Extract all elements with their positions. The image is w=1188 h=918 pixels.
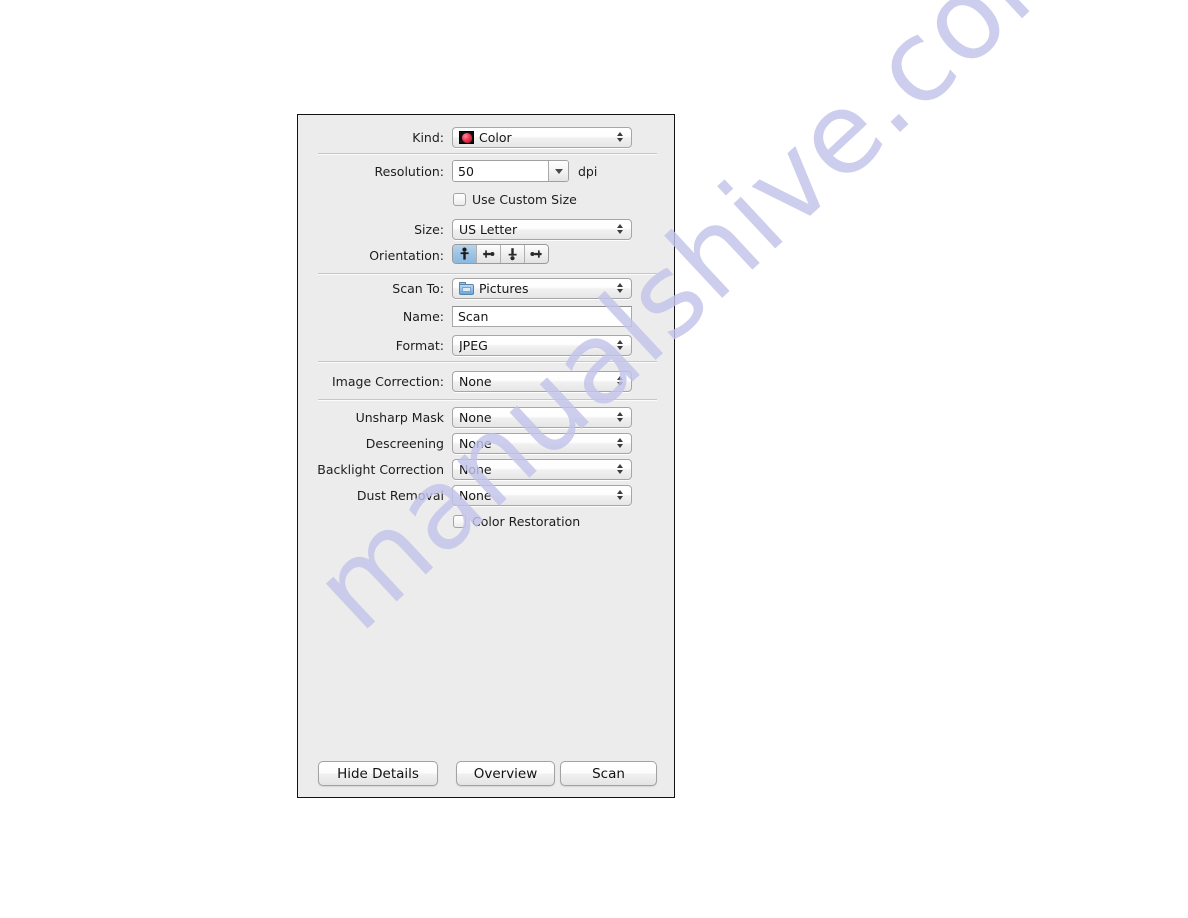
kind-value: Color: [479, 129, 512, 145]
person-upright-icon: [460, 247, 469, 260]
row-image-correction: Image Correction: None: [298, 370, 657, 392]
scan-button[interactable]: Scan: [560, 761, 657, 786]
row-backlight-correction: Backlight Correction None: [298, 458, 657, 480]
descreening-label: Descreening: [365, 435, 444, 451]
person-rotated-right-icon: [483, 250, 495, 258]
chevron-down-icon: [554, 168, 563, 174]
separator-4: [318, 399, 657, 401]
kind-select[interactable]: Color: [452, 126, 632, 148]
chevron-updown-icon: [616, 488, 625, 502]
chevron-updown-icon: [616, 462, 625, 476]
color-restoration-checkbox-row[interactable]: Color Restoration: [453, 514, 580, 529]
chevron-updown-icon: [616, 281, 625, 295]
row-scan-to: Scan To: Pictures: [298, 277, 657, 299]
backlight-correction-value: None: [459, 461, 492, 477]
use-custom-size-checkbox-row[interactable]: Use Custom Size: [453, 192, 577, 207]
orientation-landscape-left-button[interactable]: [525, 245, 548, 263]
kind-label: Kind:: [412, 129, 444, 145]
orientation-landscape-right-button[interactable]: [477, 245, 501, 263]
person-upside-down-icon: [508, 248, 517, 261]
format-value: JPEG: [459, 337, 488, 353]
chevron-updown-icon: [616, 374, 625, 388]
unsharp-mask-value: None: [459, 409, 492, 425]
chevron-updown-icon: [616, 436, 625, 450]
orientation-label: Orientation:: [369, 247, 444, 263]
format-select[interactable]: JPEG: [452, 334, 632, 356]
blue-folder-icon: [459, 281, 474, 295]
scan-to-select[interactable]: Pictures: [452, 277, 632, 299]
row-format: Format: JPEG: [298, 334, 657, 356]
name-input[interactable]: Scan: [452, 305, 632, 327]
orientation-segmented-control[interactable]: [452, 244, 549, 264]
orientation-portrait-upright-button[interactable]: [453, 245, 477, 263]
dust-removal-value: None: [459, 487, 492, 503]
separator-1: [318, 153, 657, 155]
hide-details-button[interactable]: Hide Details: [318, 761, 438, 786]
resolution-unit-label: dpi: [578, 163, 598, 179]
chevron-updown-icon: [616, 130, 625, 144]
overview-button[interactable]: Overview: [456, 761, 555, 786]
row-unsharp-mask: Unsharp Mask None: [298, 406, 657, 428]
image-correction-select[interactable]: None: [452, 370, 632, 392]
descreening-value: None: [459, 435, 492, 451]
image-correction-value: None: [459, 373, 492, 389]
dust-removal-select[interactable]: None: [452, 484, 632, 506]
chevron-updown-icon: [616, 222, 625, 236]
chevron-updown-icon: [616, 410, 625, 424]
use-custom-size-checkbox[interactable]: [453, 193, 466, 206]
row-descreening: Descreening None: [298, 432, 657, 454]
separator-2: [318, 273, 657, 275]
person-rotated-left-icon: [530, 250, 542, 258]
scan-to-label: Scan To:: [392, 280, 444, 296]
unsharp-mask-label: Unsharp Mask: [355, 409, 444, 425]
descreening-select[interactable]: None: [452, 432, 632, 454]
scan-to-value: Pictures: [479, 280, 529, 296]
backlight-correction-select[interactable]: None: [452, 458, 632, 480]
color-restoration-checkbox[interactable]: [453, 515, 466, 528]
size-value: US Letter: [459, 221, 518, 237]
orientation-portrait-upside-down-button[interactable]: [501, 245, 525, 263]
size-label: Size:: [414, 221, 444, 237]
chevron-updown-icon: [616, 338, 625, 352]
row-resolution: Resolution: 50 dpi: [298, 160, 657, 182]
unsharp-mask-select[interactable]: None: [452, 406, 632, 428]
format-label: Format:: [395, 337, 444, 353]
backlight-correction-label: Backlight Correction: [317, 461, 444, 477]
resolution-combobox[interactable]: 50: [452, 160, 569, 182]
separator-3: [318, 361, 657, 363]
scanner-settings-dialog: Kind: Color Resolution: 50 dpi Use Custo…: [297, 114, 675, 798]
size-select[interactable]: US Letter: [452, 218, 632, 240]
resolution-input[interactable]: 50: [453, 161, 548, 181]
row-kind: Kind: Color: [298, 126, 657, 148]
dialog-body: Kind: Color Resolution: 50 dpi Use Custo…: [298, 115, 674, 797]
name-label: Name:: [402, 308, 444, 324]
color-thumbnail-icon: [459, 130, 474, 144]
resolution-dropdown-button[interactable]: [548, 161, 568, 181]
row-size: Size: US Letter: [298, 218, 657, 240]
dust-removal-label: Dust Removal: [356, 487, 444, 503]
row-dust-removal: Dust Removal None: [298, 484, 657, 506]
resolution-label: Resolution:: [374, 163, 444, 179]
image-correction-label: Image Correction:: [332, 373, 444, 389]
use-custom-size-label: Use Custom Size: [472, 192, 577, 207]
color-restoration-label: Color Restoration: [472, 514, 581, 529]
row-name: Name: Scan: [298, 305, 657, 327]
